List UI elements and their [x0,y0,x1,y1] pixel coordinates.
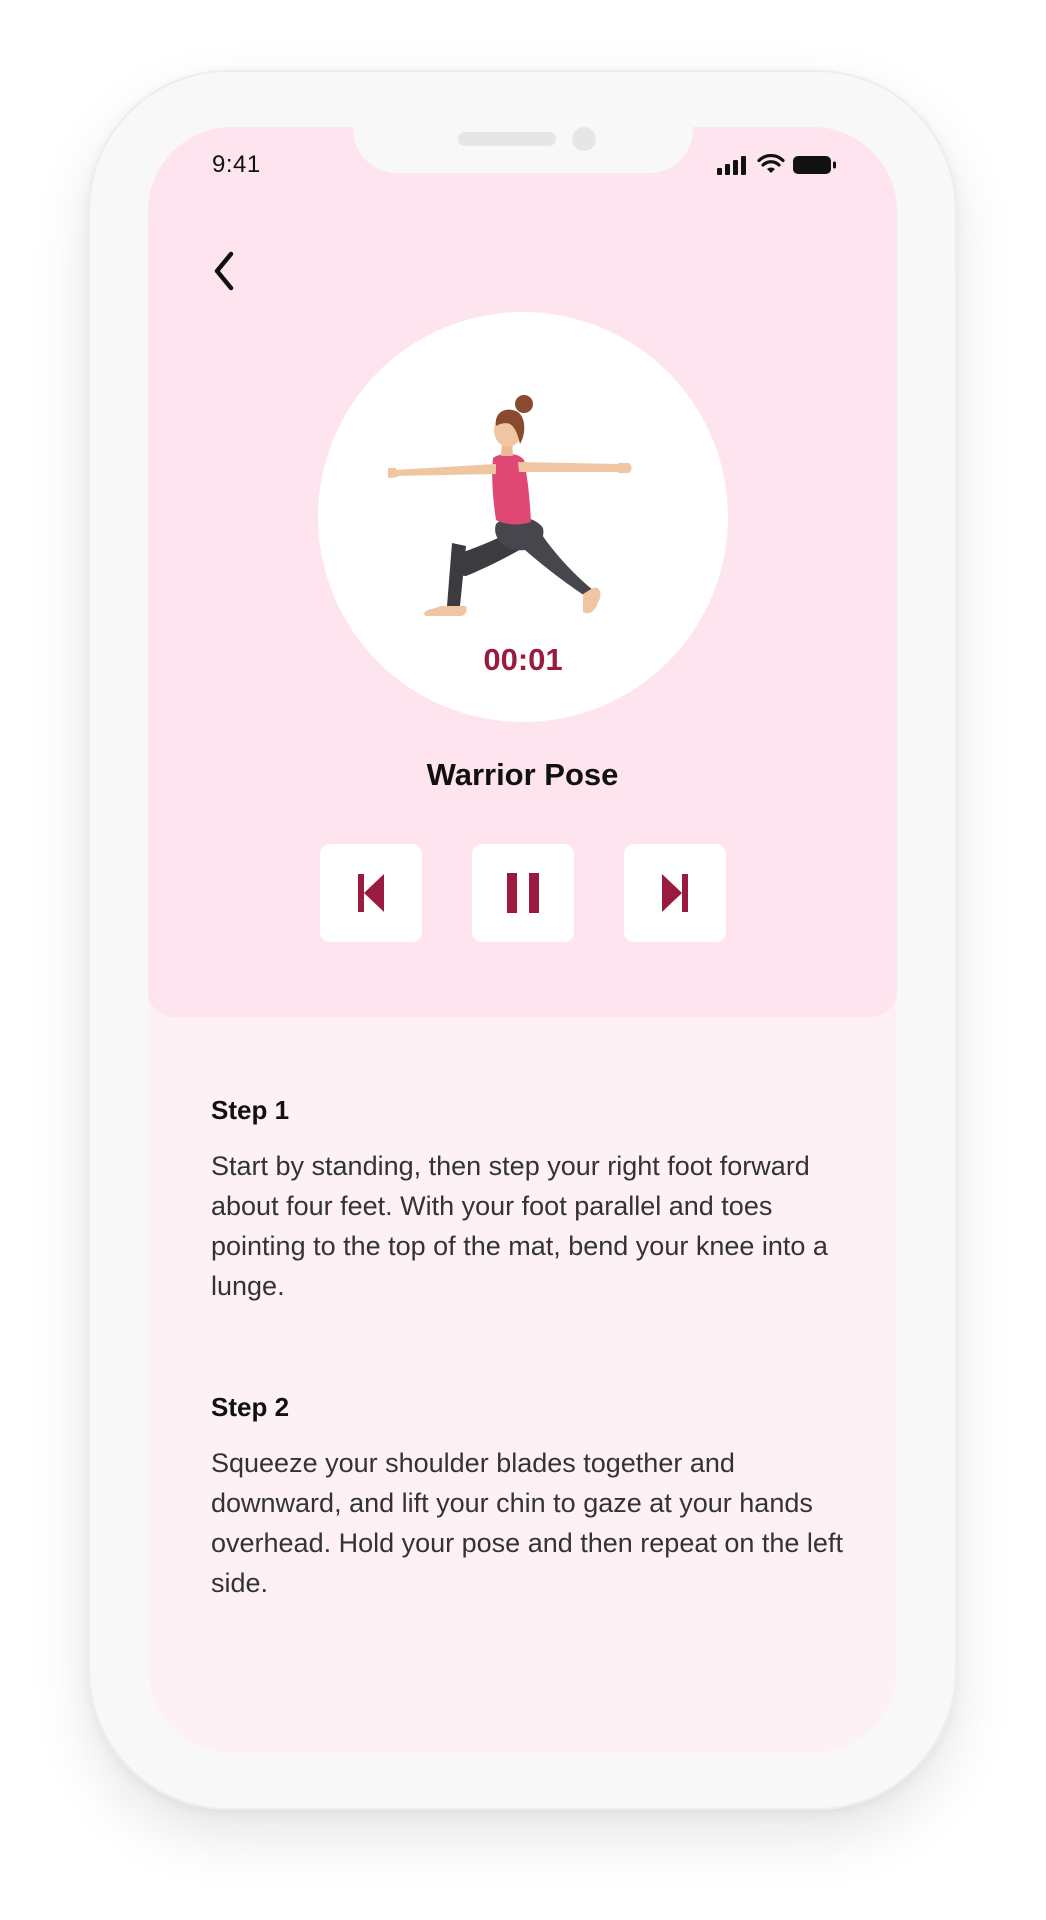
step-title: Step 2 [211,1392,290,1422]
pause-icon [506,873,539,913]
exercise-timer: 00:01 [483,642,563,677]
step-title: Step 1 [211,1095,290,1125]
wifi-icon [757,154,785,173]
skip-previous-icon [357,874,384,912]
signal-icon [717,155,746,175]
pose-title: Warrior Pose [426,757,619,792]
pose-preview: 00:01 [318,312,728,722]
battery-icon [793,155,836,174]
playback-controls [148,844,897,942]
skip-next-icon [661,874,688,912]
chevron-left-icon [214,251,234,291]
step-block: Step 2 Squeeze your shoulder blades toge… [211,1392,851,1603]
warrior-pose-illustration [388,395,632,616]
step-text: Squeeze your shoulder blades together an… [211,1448,843,1598]
next-button[interactable] [623,844,726,942]
step-block: Step 1 Start by standing, then step your… [211,1095,851,1306]
previous-button[interactable] [319,844,422,942]
pause-button[interactable] [471,844,574,942]
step-text: Start by standing, then step your right … [211,1151,828,1301]
back-button[interactable] [200,247,248,295]
status-icons [717,154,837,175]
front-camera [572,127,596,151]
speaker-grille [458,132,556,146]
exercise-panel: 9:41 00:01 Warrior Pose [148,127,897,1017]
status-time: 9:41 [212,151,261,178]
app-screen: 9:41 00:01 Warrior Pose Step 1 Start by … [148,127,897,1753]
